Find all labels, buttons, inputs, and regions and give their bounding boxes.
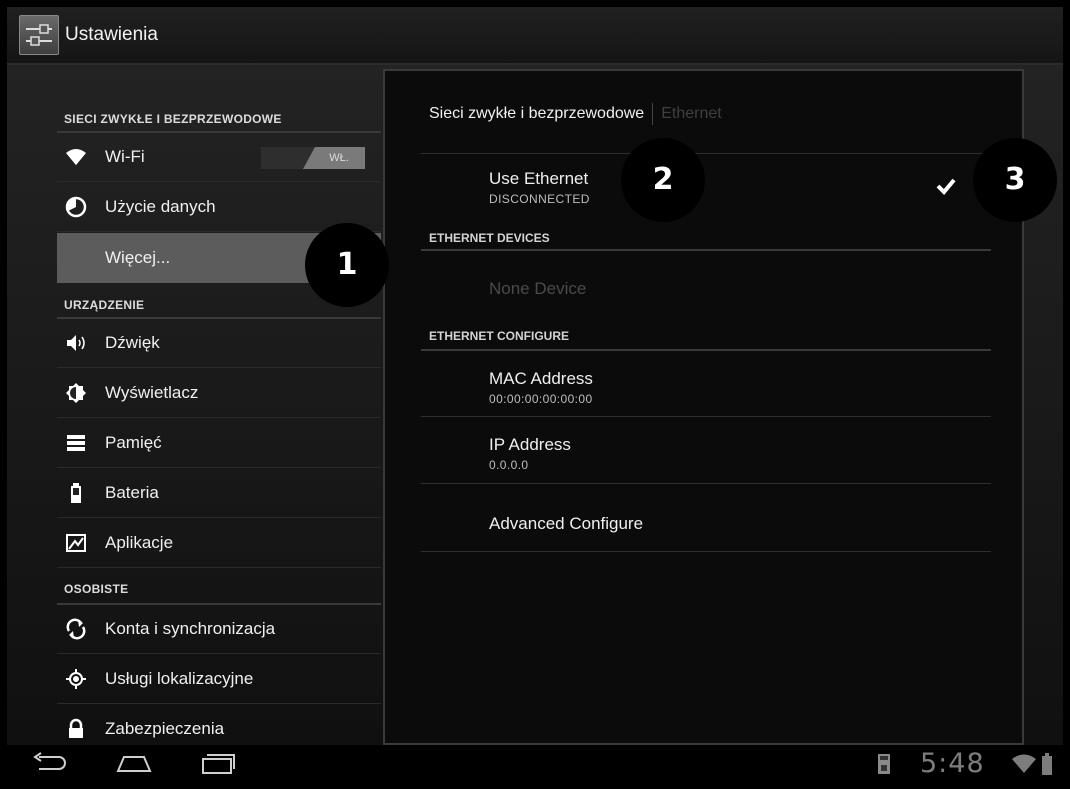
advanced-configure-item[interactable]: Advanced Configure — [489, 514, 643, 534]
settings-sliders-icon[interactable] — [19, 15, 59, 55]
mac-address-title: MAC Address — [489, 369, 593, 388]
callout-marker-2: 2 — [621, 138, 705, 222]
location-icon — [65, 668, 87, 690]
use-ethernet-checkbox[interactable] — [935, 175, 957, 197]
battery-status-icon — [1041, 752, 1053, 781]
settings-content: SIECI ZWYKŁE I BEZPRZEWODOWE Wi-Fi WŁ. U… — [7, 65, 1063, 745]
use-ethernet-title: Use Ethernet — [489, 169, 589, 188]
sidebar-item-accounts-sync[interactable]: Konta i synchronizacja — [57, 605, 381, 654]
use-ethernet-status: DISCONNECTED — [489, 192, 590, 206]
sidebar-item-label: Więcej... — [105, 248, 171, 267]
sidebar-item-label: Wi-Fi — [105, 147, 145, 166]
sidebar-item-battery[interactable]: Bateria — [57, 469, 381, 518]
sidebar-item-label: Bateria — [105, 483, 159, 502]
callout-marker-1: 1 — [305, 223, 389, 307]
divider — [421, 153, 991, 154]
wifi-icon — [65, 146, 87, 168]
settings-sidebar: SIECI ZWYKŁE I BEZPRZEWODOWE Wi-Fi WŁ. U… — [7, 65, 385, 745]
ip-address-value: 0.0.0.0 — [489, 458, 529, 472]
brightness-icon — [65, 382, 87, 404]
callout-marker-3: 3 — [973, 138, 1057, 222]
breadcrumb-separator — [652, 103, 654, 125]
sidebar-item-label: Użycie danych — [105, 197, 216, 216]
divider — [421, 483, 991, 484]
divider — [421, 249, 991, 251]
sidebar-item-storage[interactable]: Pamięć — [57, 419, 381, 468]
divider — [421, 416, 991, 417]
sidebar-item-display[interactable]: Wyświetlacz — [57, 369, 381, 418]
sidebar-item-apps[interactable]: Aplikacje — [57, 519, 381, 568]
section-header-ethernet-devices: ETHERNET DEVICES — [429, 231, 550, 245]
ip-address-title: IP Address — [489, 435, 571, 454]
apps-icon — [65, 532, 87, 554]
sidebar-item-label: Konta i synchronizacja — [105, 619, 276, 638]
data-usage-icon — [65, 196, 87, 218]
sidebar-item-label: Wyświetlacz — [105, 383, 199, 402]
sidebar-item-label: Usługi lokalizacyjne — [105, 669, 254, 688]
lock-icon — [65, 718, 87, 740]
app-title: Ustawienia — [65, 24, 158, 45]
breadcrumb: Sieci zwykłe i bezprzewodowe Ethernet — [429, 103, 722, 125]
section-header-device: URZĄDZENIE — [64, 298, 145, 312]
speaker-icon — [65, 332, 87, 354]
recent-apps-icon[interactable] — [199, 751, 237, 780]
tablet-screen: Ustawienia SIECI ZWYKŁE I BEZPRZEWODOWE … — [7, 7, 1063, 782]
battery-icon — [65, 482, 87, 504]
section-header-ethernet-configure: ETHERNET CONFIGURE — [429, 329, 570, 343]
sidebar-item-label: Zabezpieczenia — [105, 719, 225, 738]
breadcrumb-current: Ethernet — [661, 105, 722, 123]
section-header-wireless: SIECI ZWYKŁE I BEZPRZEWODOWE — [64, 112, 282, 126]
divider — [421, 349, 991, 351]
sidebar-item-label: Pamięć — [105, 433, 162, 452]
sidebar-item-location[interactable]: Usługi lokalizacyjne — [57, 655, 381, 704]
sidebar-item-label: Aplikacje — [105, 533, 174, 552]
navigation-bar: 5:48 — [7, 745, 1063, 782]
home-icon[interactable] — [115, 751, 153, 780]
mac-address-value: 00:00:00:00:00:00 — [489, 392, 593, 406]
toggle-on-label: WŁ. — [303, 147, 365, 169]
wifi-signal-icon — [1011, 753, 1037, 780]
storage-icon — [65, 432, 87, 454]
sd-card-icon — [875, 753, 893, 780]
wifi-toggle[interactable]: WŁ. — [261, 147, 365, 169]
sidebar-item-label: Dźwięk — [105, 333, 160, 352]
sidebar-item-sound[interactable]: Dźwięk — [57, 319, 381, 368]
status-clock: 5:48 — [920, 748, 985, 779]
sync-icon — [65, 618, 87, 640]
none-device-item: None Device — [489, 279, 587, 298]
action-bar: Ustawienia — [7, 7, 1063, 65]
divider — [421, 551, 991, 552]
breadcrumb-parent[interactable]: Sieci zwykłe i bezprzewodowe — [429, 105, 644, 122]
section-header-personal: OSOBISTE — [64, 582, 129, 596]
sidebar-item-wifi[interactable]: Wi-Fi WŁ. — [57, 133, 381, 182]
back-icon[interactable] — [31, 751, 69, 780]
